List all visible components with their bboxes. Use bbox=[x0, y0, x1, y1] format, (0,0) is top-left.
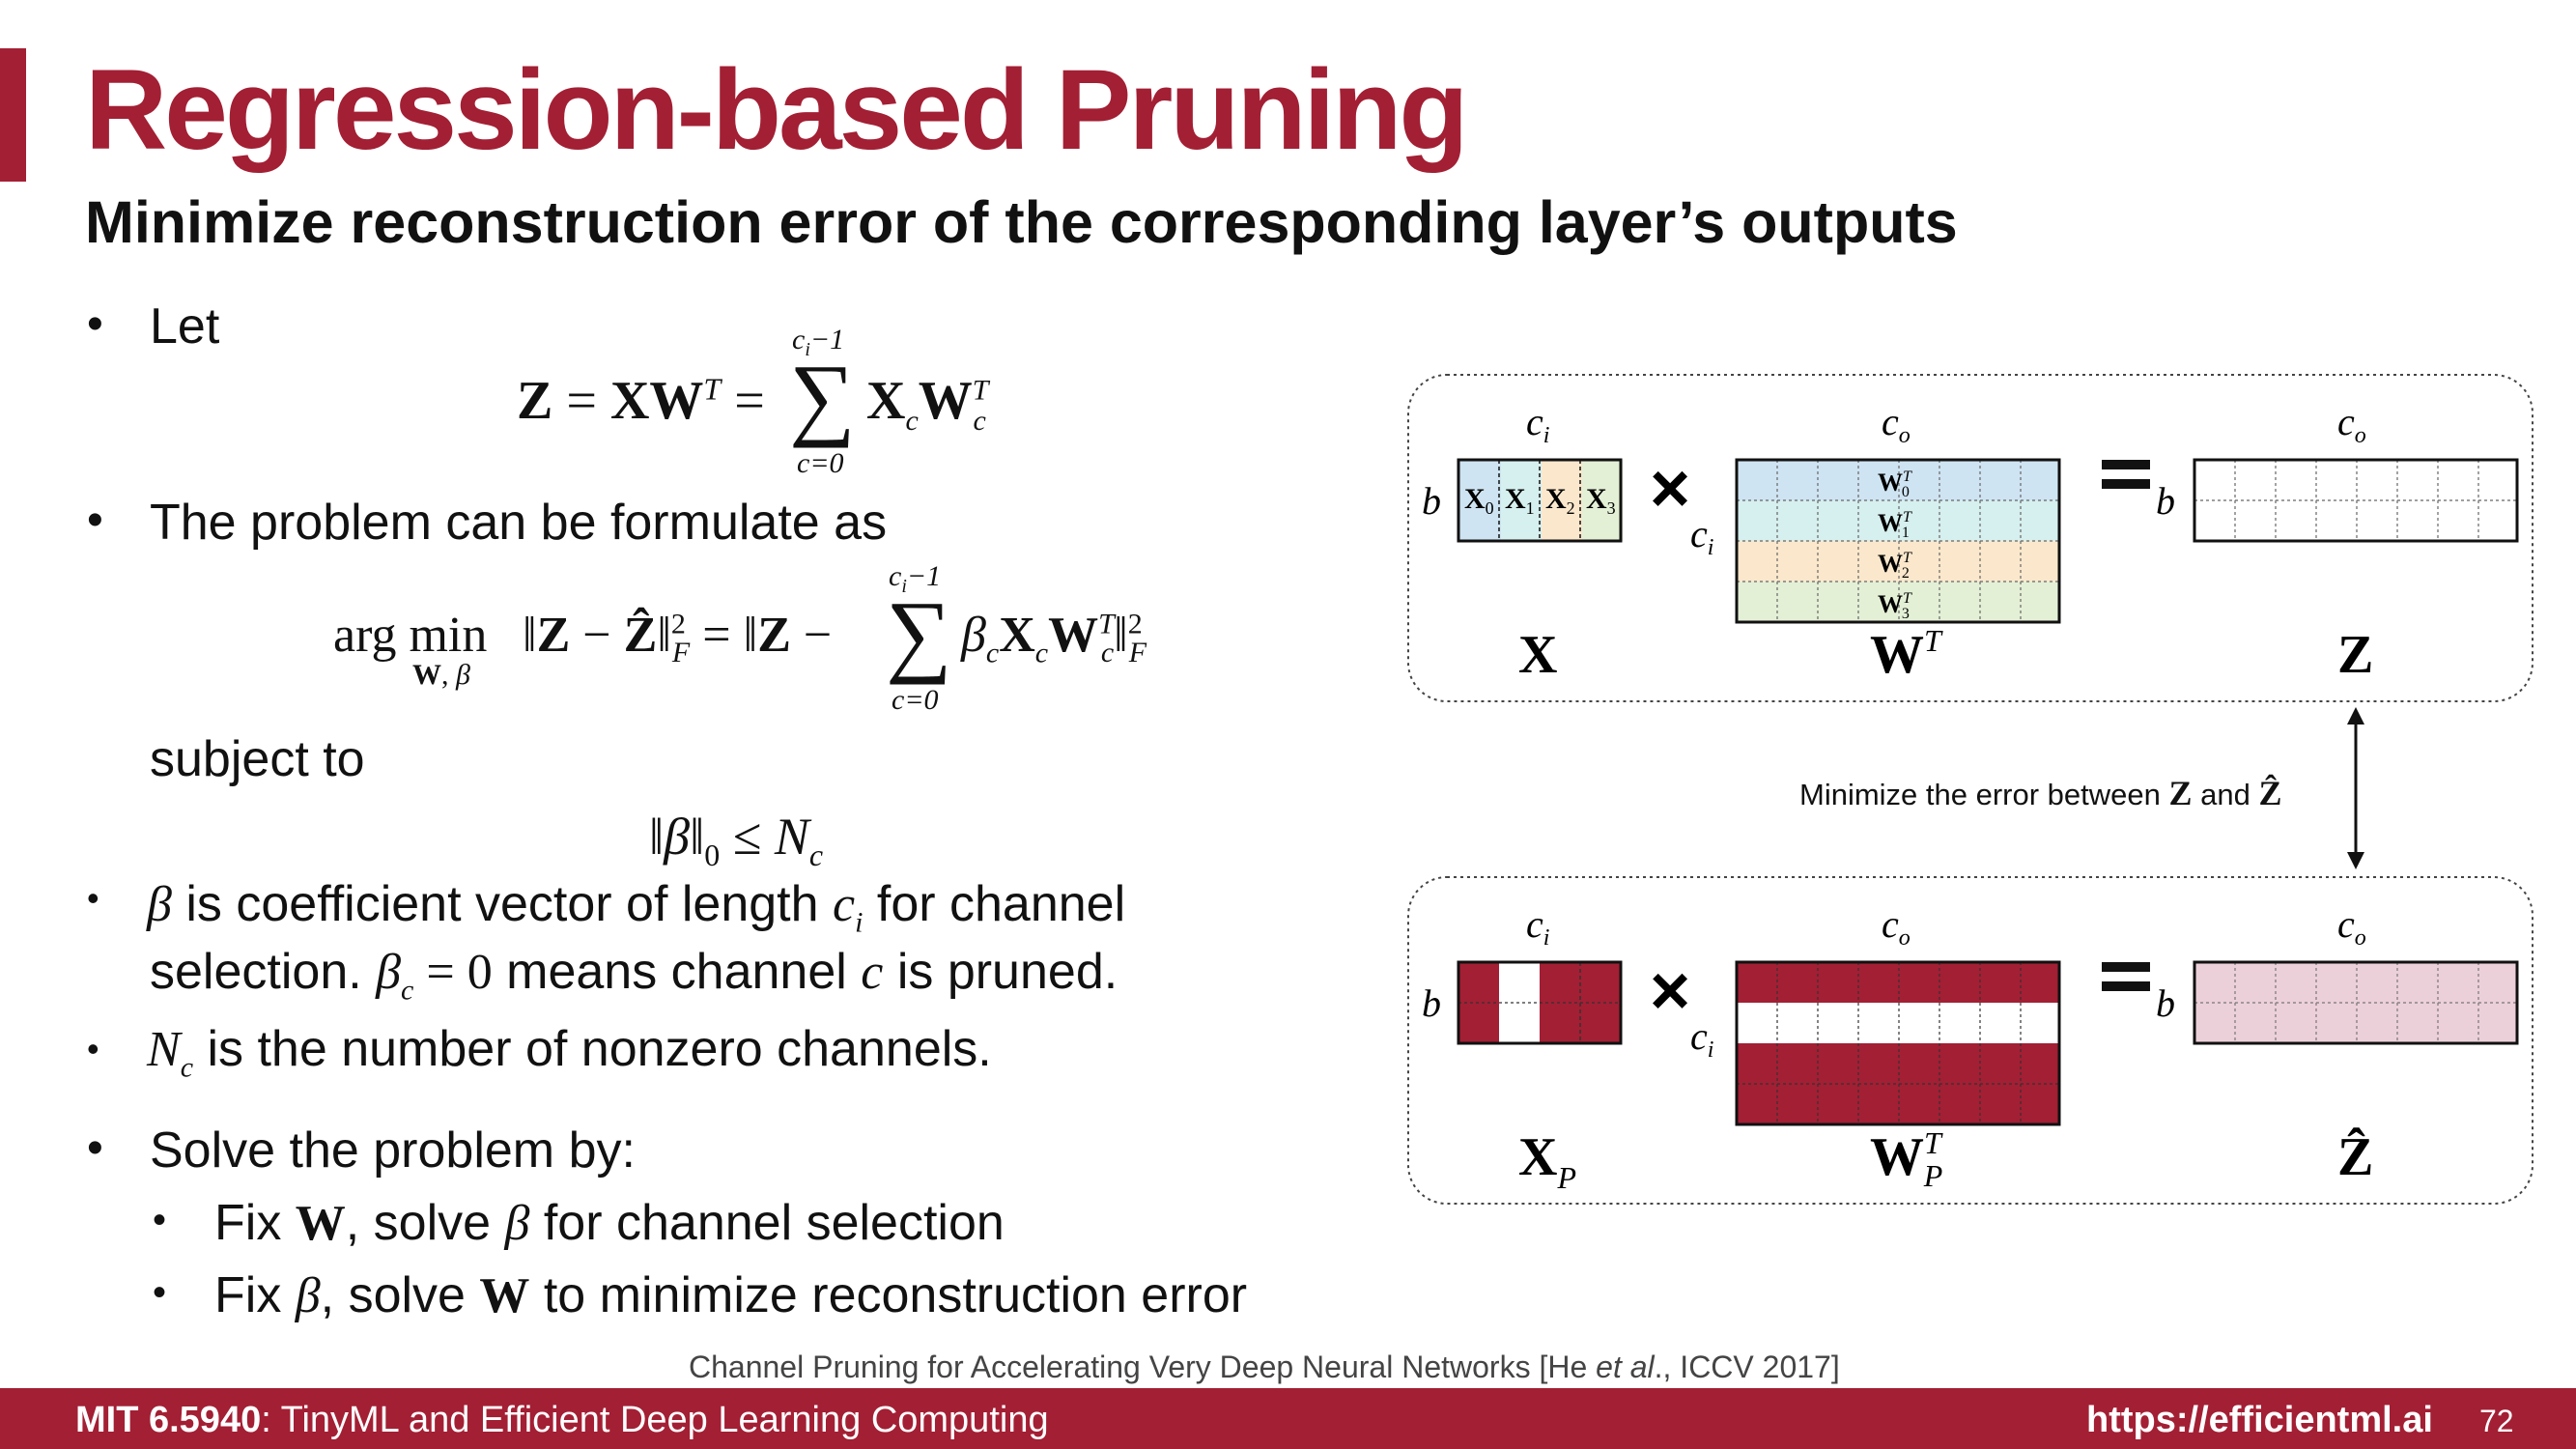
bullet-dot: • bbox=[87, 878, 99, 918]
svg-text:WTP: WT P bbox=[1870, 1125, 1943, 1193]
svg-text:b: b bbox=[1422, 479, 1441, 523]
slide-title: Regression-based Pruning bbox=[85, 46, 1469, 174]
svg-text:ci: ci bbox=[1526, 902, 1549, 951]
sub-bullet-fix-beta: Fix β, solve W to minimize reconstructio… bbox=[214, 1267, 1248, 1323]
footer-url[interactable]: https://efficientml.ai bbox=[2086, 1400, 2433, 1441]
svg-text:×: × bbox=[1650, 450, 1690, 527]
svg-text:×: × bbox=[1650, 952, 1690, 1030]
svg-text:ci: ci bbox=[1690, 512, 1713, 560]
equation-argmin: arg min W, β ‖Z − Ẑ‖2F = ‖Z − ci−1 ∑ c=0… bbox=[333, 560, 1147, 716]
matrix-z-hat bbox=[2193, 960, 2519, 1045]
matrix-w-transpose: WT 0 WT 1 WT 2 WT 3 bbox=[1735, 458, 2061, 624]
bullet-solve: Solve the problem by: bbox=[150, 1122, 636, 1179]
svg-text:co: co bbox=[2337, 902, 2366, 951]
svg-text:Z: Z bbox=[2337, 625, 2373, 685]
matrix-z bbox=[2193, 458, 2519, 543]
svg-text:XP: XP bbox=[1518, 1127, 1576, 1195]
matrix-x: X0 X1 X2 X3 bbox=[1457, 458, 1623, 543]
bullet-dot: • bbox=[87, 1029, 99, 1068]
citation: Channel Pruning for Accelerating Very De… bbox=[689, 1350, 1840, 1384]
bullet-beta-line1: β is coefficient vector of length ci for… bbox=[147, 876, 1126, 939]
svg-text:WT: WT bbox=[1870, 623, 1943, 685]
matrix-w-pruned bbox=[1735, 960, 2061, 1126]
diagram-caption: Minimize the error between Z and Ẑ bbox=[1799, 774, 2282, 812]
svg-text:WT2: WT 2 bbox=[1878, 550, 1912, 582]
title-accent-bar bbox=[0, 48, 26, 182]
svg-text:co: co bbox=[2337, 400, 2366, 448]
sub-bullet-dot: • bbox=[153, 1271, 167, 1314]
error-arrow bbox=[2347, 707, 2364, 869]
footer-course: MIT 6.5940: TinyML and Efficient Deep Le… bbox=[75, 1400, 1049, 1440]
bullet-dot: • bbox=[87, 298, 103, 350]
svg-text:WT1: WT 1 bbox=[1878, 509, 1912, 541]
svg-text:b: b bbox=[2156, 479, 2175, 523]
slide-subtitle: Minimize reconstruction error of the cor… bbox=[85, 189, 1958, 255]
sub-bullet-dot: • bbox=[153, 1199, 167, 1241]
bullet-let: Let bbox=[150, 298, 220, 355]
bullet-dot: • bbox=[87, 1122, 103, 1174]
equation-constraint: ‖β‖0 ≤ Nc bbox=[649, 808, 824, 872]
svg-text:WT3: WT 3 bbox=[1878, 590, 1912, 622]
svg-text:X: X bbox=[1518, 625, 1557, 685]
page-number: 72 bbox=[2479, 1404, 2514, 1438]
svg-text:Ẑ: Ẑ bbox=[2337, 1126, 2373, 1187]
bullet-problem: The problem can be formulate as bbox=[150, 495, 888, 551]
svg-text:co: co bbox=[1882, 902, 1911, 951]
bullet-nc: Nc is the number of nonzero channels. bbox=[147, 1021, 992, 1084]
subject-to-label: subject to bbox=[150, 731, 365, 787]
matrix-x-pruned bbox=[1457, 960, 1623, 1045]
svg-text:co: co bbox=[1882, 400, 1911, 448]
svg-text:ci: ci bbox=[1690, 1014, 1713, 1063]
equation-z-definition: Z = XWT = ci−1 ∑ c=0 XcWTc bbox=[517, 324, 989, 479]
svg-text:b: b bbox=[2156, 981, 2175, 1025]
svg-text:b: b bbox=[1422, 981, 1441, 1025]
sub-bullet-fix-w: Fix W, solve β for channel selection bbox=[214, 1195, 1005, 1251]
svg-text:WT0: WT 0 bbox=[1878, 469, 1912, 500]
svg-text:ci: ci bbox=[1526, 400, 1549, 448]
bullet-beta-line2: selection. βc = 0 means channel c is pru… bbox=[150, 944, 1118, 1007]
bullet-dot: • bbox=[87, 495, 103, 546]
